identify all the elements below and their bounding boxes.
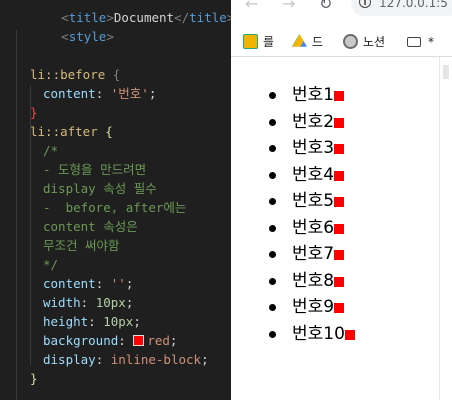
code-line-close-before: }	[30, 105, 38, 120]
after-box	[334, 144, 345, 154]
bullet	[269, 277, 276, 285]
bullet	[269, 224, 276, 232]
bullet	[269, 251, 276, 258]
title-text: Document	[113, 10, 175, 25]
code-comment-line: /*	[43, 143, 59, 158]
after-box	[334, 303, 345, 313]
after-box	[344, 329, 355, 340]
code-line-background: background: red;	[43, 333, 178, 348]
bullet	[269, 171, 276, 179]
bookmark-item[interactable]: *	[407, 32, 434, 52]
bullet	[269, 198, 276, 205]
avatar-icon	[343, 34, 358, 49]
code-comment-line: display 속성 필수	[43, 181, 157, 196]
code-comment-line: - before, after에는	[43, 200, 187, 215]
code-line-width: width: 10px;	[43, 295, 134, 310]
code-line-style-open: <style>	[61, 29, 114, 44]
bookmark-item[interactable]: 노션	[343, 32, 385, 52]
code-line-selector-after: li::after {	[30, 124, 113, 139]
browser-toolbar: ← → ↻ i 127.0.0.1:5	[231, 0, 452, 24]
code-line-display: display: inline-block;	[43, 352, 209, 367]
indent-guide	[16, 30, 17, 400]
code-comment-line: */	[43, 257, 59, 272]
photo-icon	[243, 34, 258, 49]
bullet	[269, 92, 276, 99]
bullet	[269, 304, 276, 311]
after-box	[334, 250, 345, 260]
bookmark-item[interactable]: 드	[292, 32, 323, 52]
code-comment-line: content 속성은	[43, 219, 138, 234]
address-bar[interactable]: i 127.0.0.1:5	[351, 0, 452, 16]
after-box	[334, 223, 345, 234]
address-text: 127.0.0.1:5	[379, 0, 448, 10]
bookmarks-bar: 를 드 노션 *	[231, 28, 452, 57]
code-editor[interactable]: <title>Document</title> <style> li::befo…	[0, 0, 231, 400]
after-box	[334, 170, 345, 181]
code-line-title: <title>Document</title>	[61, 10, 231, 25]
folder-icon	[407, 37, 421, 47]
bullet	[269, 118, 276, 126]
after-box	[334, 91, 345, 101]
code-comment-line: 무조건 써야함	[43, 238, 120, 253]
code-comment-line: - 도형을 만드려면	[43, 162, 147, 177]
after-box	[334, 117, 345, 128]
scrollbar[interactable]	[439, 57, 452, 400]
bullet	[269, 145, 276, 152]
scroll-thumb[interactable]	[443, 65, 449, 79]
after-box	[334, 276, 345, 287]
bookmark-item[interactable]: 를	[243, 32, 274, 52]
browser-window: ← → ↻ i 127.0.0.1:5 를 드 노션 * 번호1 번호2 번호3…	[231, 0, 452, 400]
arrow-left-icon[interactable]: ←	[245, 0, 258, 14]
code-line-height: height: 10px;	[43, 314, 141, 329]
code-line-close-after: }	[30, 371, 38, 386]
after-box	[334, 197, 345, 207]
color-swatch-icon[interactable]	[133, 335, 145, 346]
arrow-right-icon[interactable]: →	[282, 0, 295, 14]
site-info-icon[interactable]: i	[359, 0, 371, 8]
code-line-selector-before: li::before {	[30, 67, 121, 82]
bullet	[269, 330, 276, 338]
code-line-content-before: content: '번호';	[43, 86, 157, 101]
reload-icon[interactable]: ↻	[319, 0, 332, 14]
drive-icon	[292, 34, 307, 47]
code-line-content-after: content: '';	[43, 276, 134, 291]
